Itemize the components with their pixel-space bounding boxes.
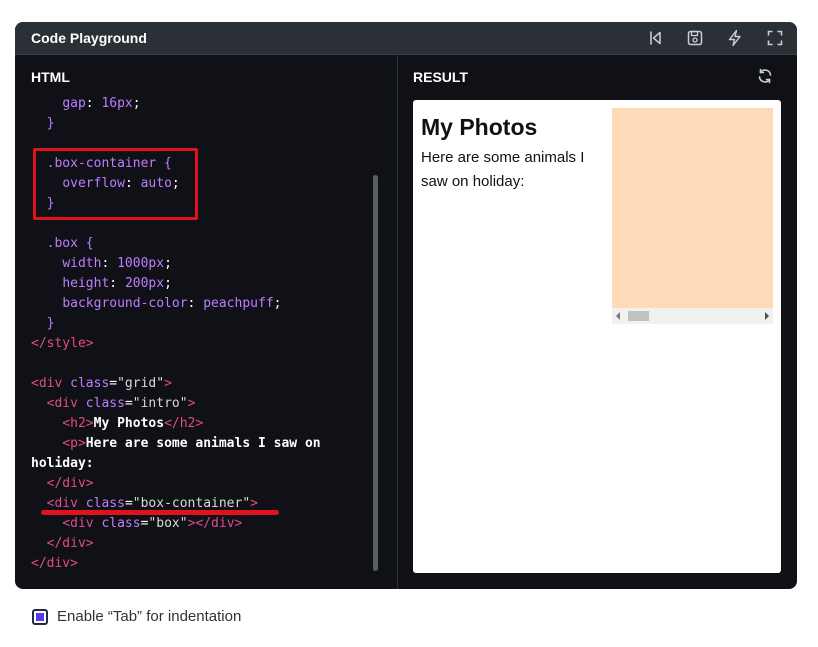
code-line: <h2>My Photos</h2> [31,414,371,434]
code-line: <div class="intro"> [31,394,371,414]
code-token: Here are some animals I saw on [85,436,321,451]
refresh-icon[interactable] [756,67,774,85]
peach-box [612,108,773,308]
html-pane-label: HTML [31,69,70,85]
code-line: width: 1000px; [31,254,371,274]
code-line: </div> [31,554,371,574]
box-container[interactable] [612,108,773,325]
code-token: = [124,496,133,511]
code-line: <p>Here are some animals I saw on [31,434,371,454]
code-line: } [31,114,371,134]
fullscreen-icon[interactable] [766,29,784,47]
code-token: gap [62,96,86,111]
code-token: "intro" [132,396,188,411]
code-token: background-color [62,296,188,311]
code-token: height [62,276,110,291]
code-token: <div [31,496,86,511]
code-token: <p> [31,436,86,451]
code-token: 200px [124,276,165,291]
code-token: } [31,116,55,131]
code-line: height: 200px; [31,274,371,294]
code-token: ; [273,296,282,311]
horizontal-scrollbar[interactable] [612,308,773,324]
code-token: "box" [148,516,188,531]
code-line: .box { [31,234,371,254]
tab-indent-checkbox[interactable] [32,609,48,625]
code-line: <div class="box"></div> [31,514,371,534]
scrollbar-thumb[interactable] [628,311,649,321]
code-token: "grid" [117,376,165,391]
code-playground: Code Playground HTML gap: 16px; } .box-c… [15,22,797,589]
code-line: </div> [31,474,371,494]
annotation-underline [41,510,279,515]
code-token: .box { [31,236,94,251]
code-token: = [124,396,133,411]
code-token: > [187,396,196,411]
code-token: My Photos [93,416,165,431]
code-token: 16px [101,96,133,111]
code-token: : [109,276,125,291]
code-token: ></div> [187,516,243,531]
code-token: class [101,516,141,531]
code-token: peachpuff [203,296,274,311]
code-line: </style> [31,334,371,354]
result-preview: My Photos Here are some animals I saw on… [413,100,781,573]
code-token: <div [31,376,71,391]
code-token: ; [164,276,172,291]
code-line: holiday: [31,454,371,474]
code-token: </div> [31,536,94,551]
code-token: ; [164,256,172,271]
code-token: </h2> [164,416,204,431]
code-token: : [85,96,102,111]
code-token: width [62,256,102,271]
code-line: } [31,314,371,334]
code-token: > [250,496,258,511]
code-line: <div class="grid"> [31,374,371,394]
code-token: } [31,316,55,331]
code-token: class [85,396,125,411]
scroll-right-icon[interactable] [765,312,769,320]
code-token: : [101,256,118,271]
code-token: class [85,496,125,511]
code-token: 1000px [117,256,165,271]
code-token: </style> [31,336,94,351]
code-token: : [187,296,204,311]
result-pane-label: RESULT [413,69,468,85]
code-token: class [70,376,110,391]
code-token: </div> [31,476,94,491]
scroll-left-icon[interactable] [616,312,620,320]
code-line: </div> [31,534,371,554]
code-token: </div> [31,556,78,571]
code-token: <div [31,396,86,411]
code-token: <h2> [31,416,94,431]
code-line: background-color: peachpuff; [31,294,371,314]
code-token: <div [31,516,102,531]
code-token: ; [132,96,141,111]
code-token: > [164,376,172,391]
pane-divider[interactable] [397,54,398,589]
tab-indent-label: Enable “Tab” for indentation [57,608,242,625]
preview-heading: My Photos [421,114,538,140]
code-token: "box-container" [132,496,251,511]
restart-icon[interactable] [647,29,665,47]
code-token: = [109,376,118,391]
preview-paragraph: Here are some animals I saw on holiday: [421,149,585,190]
checkbox-check-icon [36,613,44,621]
lightning-icon[interactable] [726,29,744,47]
code-line: gap: 16px; [31,94,371,114]
title-bar: Code Playground [15,22,797,55]
code-token: holiday: [31,456,94,471]
editor-scrollbar[interactable] [373,175,378,571]
playground-title: Code Playground [31,30,147,46]
annotation-box [33,148,198,220]
save-icon[interactable] [686,29,704,47]
